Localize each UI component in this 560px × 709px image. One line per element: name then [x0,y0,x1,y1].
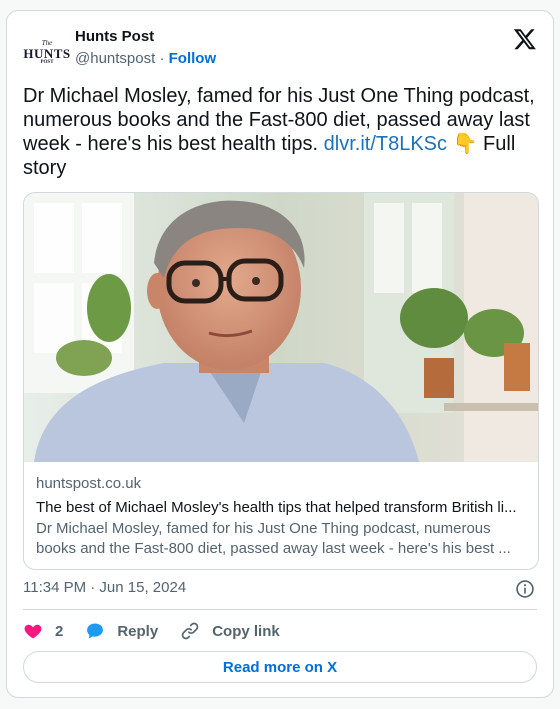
tweet-actions: 2 Reply Copy link [23,619,537,643]
follow-button[interactable]: Follow [169,50,217,67]
pointing-down-emoji: 👇 [452,133,478,155]
tweet-header: The HUNTS POST Hunts Post @huntspost · F… [23,27,537,77]
heart-icon [24,624,42,639]
reply-label: Reply [117,622,159,640]
x-logo-icon[interactable] [513,27,537,51]
link-title[interactable]: The best of Michael Mosley's health tips… [36,498,526,518]
avatar[interactable]: The HUNTS POST [23,33,71,73]
reply-button[interactable]: Reply [85,621,158,641]
link-preview-card[interactable]: huntspost.co.uk The best of Michael Mosl… [23,192,539,570]
embedded-tweet-card: The HUNTS POST Hunts Post @huntspost · F… [6,10,554,698]
read-more-button[interactable]: Read more on X [23,651,537,683]
info-icon[interactable] [515,579,535,599]
link-description: Dr Michael Mosley, famed for his Just On… [36,520,511,557]
author-name[interactable]: Hunts Post [75,28,154,45]
tweet-link[interactable]: dlvr.it/T8LKSc [324,133,447,155]
copy-link-button[interactable]: Copy link [180,621,280,641]
article-photo [24,193,538,462]
reply-bubble-icon [87,623,104,639]
separator-dot: · [159,50,165,67]
tweet-timestamp[interactable]: 11:34 PM · Jun 15, 2024 [23,579,186,596]
like-count: 2 [55,622,64,640]
link-preview-meta: huntspost.co.uk The best of Michael Mosl… [36,474,526,559]
tweet-text: Dr Michael Mosley, famed for his Just On… [23,85,535,179]
divider [23,609,537,610]
like-button[interactable]: 2 [23,621,63,641]
author-handle[interactable]: @huntspost [75,50,155,67]
link-icon [181,622,199,640]
author-handle-row: @huntspost · Follow [75,50,216,67]
copy-link-label: Copy link [212,622,280,640]
link-domain: huntspost.co.uk [36,475,142,492]
